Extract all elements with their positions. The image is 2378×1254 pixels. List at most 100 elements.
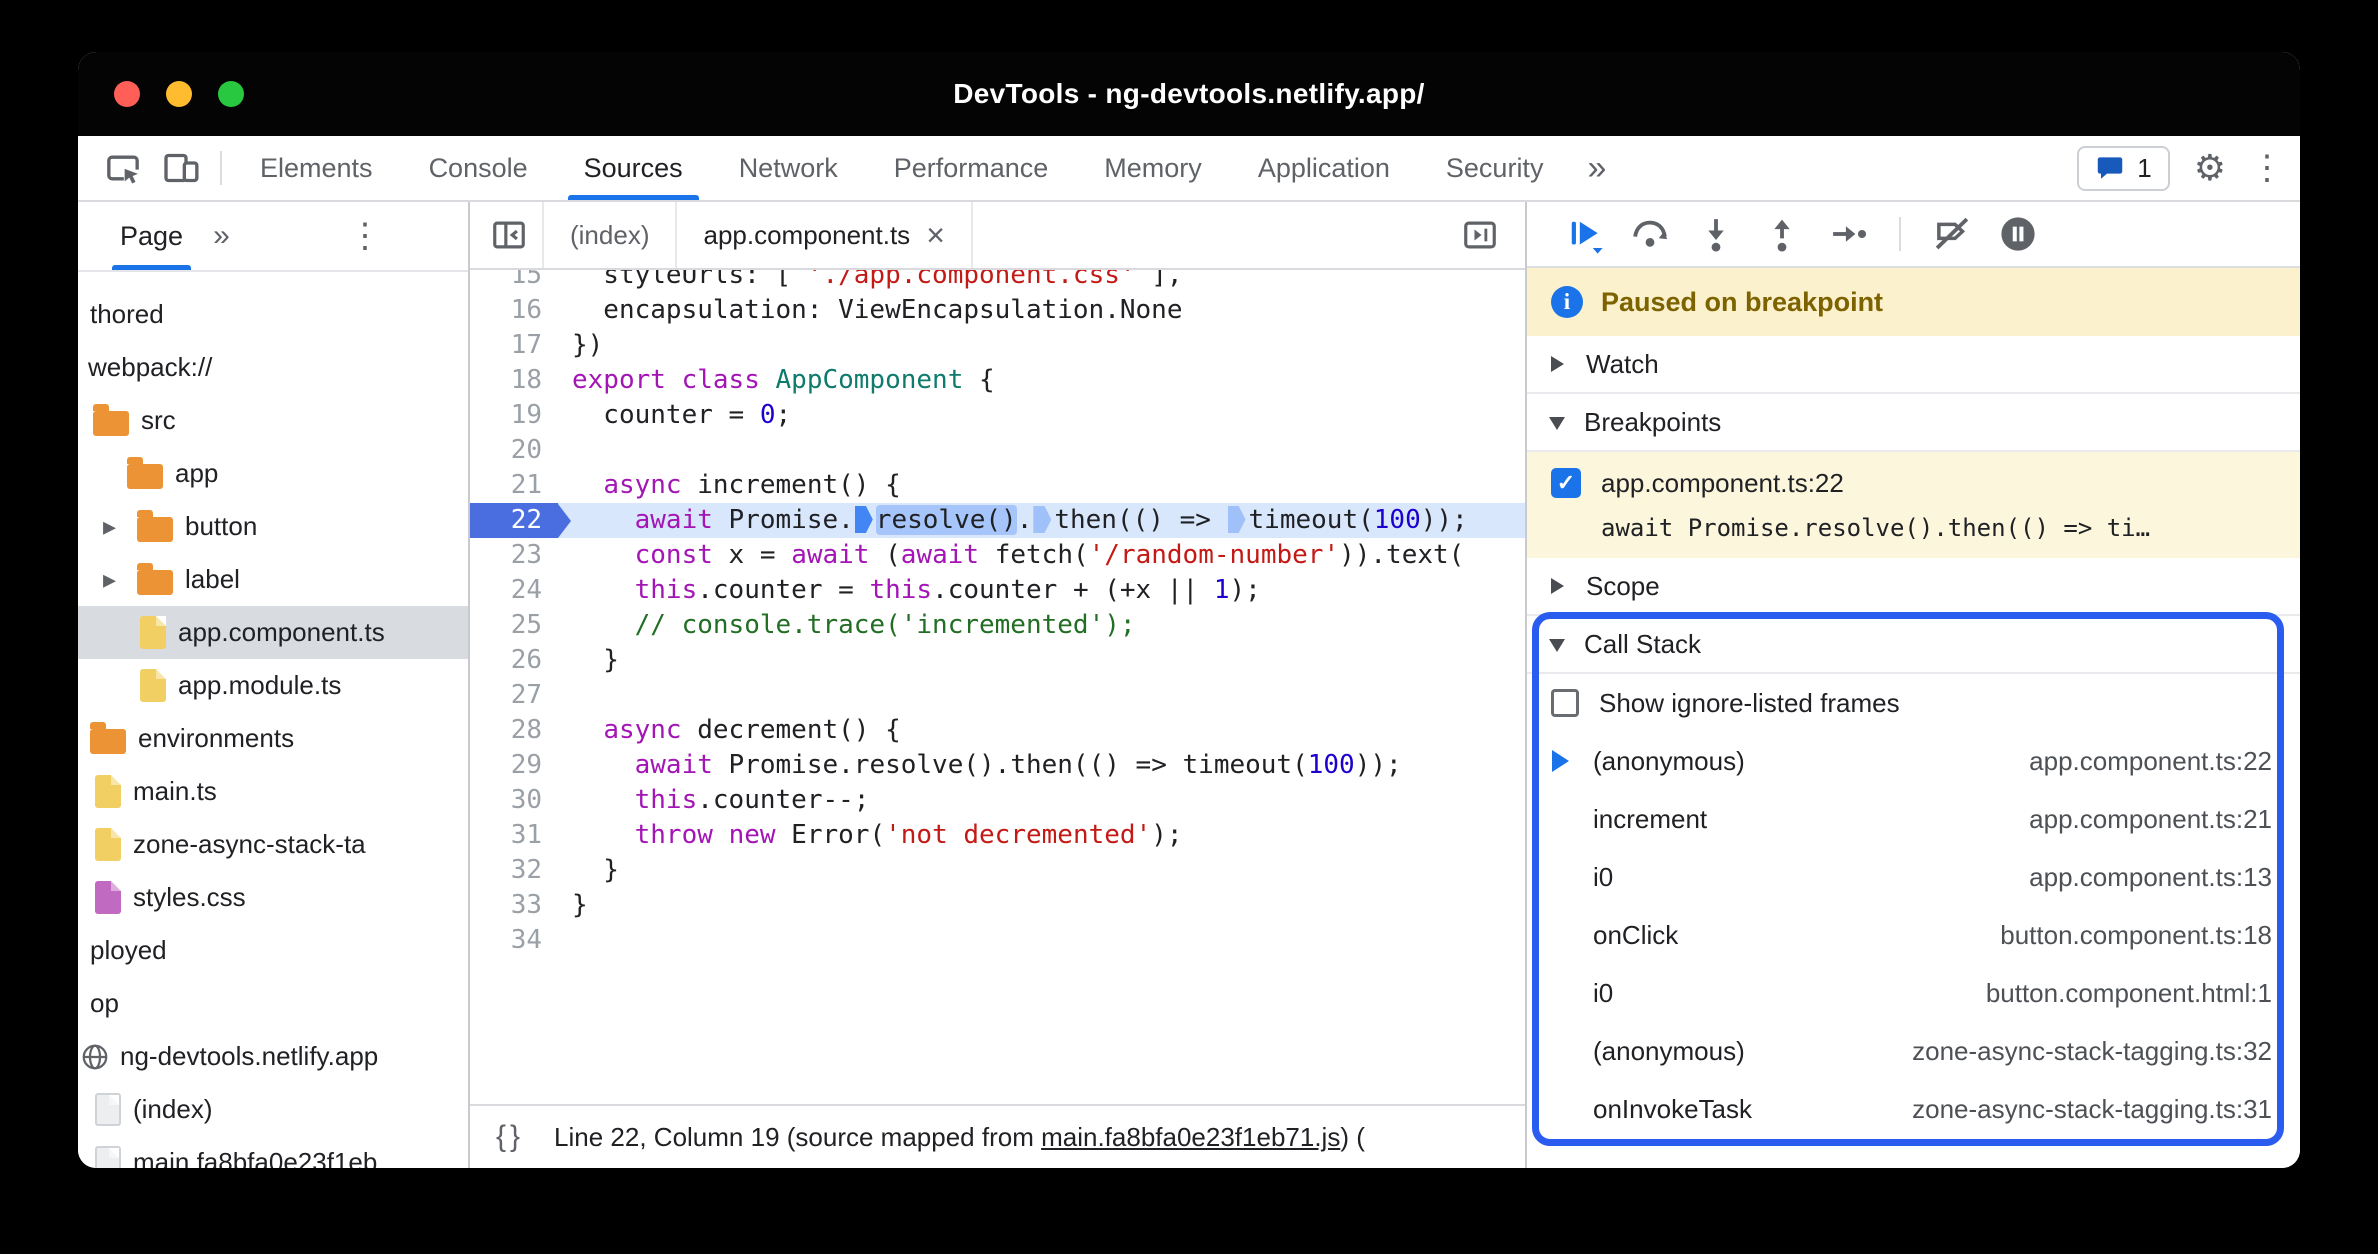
code-line-18[interactable]: 18 export class AppComponent {: [470, 363, 1525, 398]
more-panels-icon[interactable]: »: [1571, 149, 1622, 188]
more-navigator-tabs-icon[interactable]: »: [191, 219, 252, 253]
frame-source-location[interactable]: button.component.html:1: [1986, 978, 2272, 1009]
code-line-16[interactable]: 16 encapsulation: ViewEncapsulation.None: [470, 293, 1525, 328]
show-ignore-listed-toggle[interactable]: Show ignore-listed frames: [1527, 674, 2300, 732]
line-number[interactable]: 26: [470, 643, 558, 678]
device-toolbar-icon[interactable]: [152, 140, 210, 196]
tree-item-styles-css[interactable]: styles.css: [78, 871, 468, 924]
tab-sources[interactable]: Sources: [556, 136, 711, 200]
tree-item-src[interactable]: src: [78, 394, 468, 447]
tab-app-component-ts[interactable]: app.component.ts ×: [677, 202, 973, 268]
line-number[interactable]: 32: [470, 853, 558, 888]
call-stack-frame[interactable]: onClick button.component.ts:18: [1527, 906, 2300, 964]
inline-breakpoint-marker-icon[interactable]: [854, 506, 873, 533]
frame-source-location[interactable]: zone-async-stack-tagging.ts:32: [1912, 1036, 2272, 1067]
line-number[interactable]: 27: [470, 678, 558, 713]
line-number[interactable]: 34: [470, 923, 558, 958]
frame-source-location[interactable]: app.component.ts:13: [2029, 862, 2272, 893]
code-line-30[interactable]: 30 this.counter--;: [470, 783, 1525, 818]
settings-gear-icon[interactable]: ⚙: [2194, 147, 2226, 189]
tree-item--index-[interactable]: (index): [78, 1083, 468, 1136]
call-stack-frame[interactable]: onInvokeTask zone-async-stack-tagging.ts:…: [1527, 1080, 2300, 1138]
call-stack-frame[interactable]: (anonymous) app.component.ts:22: [1527, 732, 2300, 790]
pretty-print-icon[interactable]: {}: [496, 1120, 524, 1154]
resume-button[interactable]: [1557, 207, 1611, 261]
line-number[interactable]: 16: [470, 293, 558, 328]
issues-badge[interactable]: 1: [2077, 145, 2170, 191]
step-into-button[interactable]: [1689, 207, 1743, 261]
inline-breakpoint-marker-icon[interactable]: [1033, 506, 1052, 533]
pause-on-exceptions-button[interactable]: [1991, 207, 2045, 261]
line-number[interactable]: 21: [470, 468, 558, 503]
line-number[interactable]: 19: [470, 398, 558, 433]
section-watch[interactable]: Watch: [1527, 336, 2300, 394]
tab-elements[interactable]: Elements: [232, 136, 401, 200]
titlebar[interactable]: DevTools - ng-devtools.netlify.app/: [78, 52, 2300, 136]
ignore-listed-checkbox[interactable]: [1551, 689, 1579, 717]
tree-item-op[interactable]: op: [78, 977, 468, 1030]
inline-breakpoint-marker-icon[interactable]: [1227, 506, 1246, 533]
tree-item-thored[interactable]: thored: [78, 288, 468, 341]
tab-performance[interactable]: Performance: [866, 136, 1077, 200]
line-number[interactable]: 25: [470, 608, 558, 643]
call-stack-frame[interactable]: i0 button.component.html:1: [1527, 964, 2300, 1022]
code-line-21[interactable]: 21 async increment() {: [470, 468, 1525, 503]
frame-source-location[interactable]: button.component.ts:18: [2000, 920, 2272, 951]
open-source-location-icon[interactable]: [1451, 207, 1509, 263]
tree-item-main-fa8bfa0e23f1eb[interactable]: main.fa8bfa0e23f1eb: [78, 1136, 468, 1168]
tree-item-zone-async-stack-ta[interactable]: zone-async-stack-ta: [78, 818, 468, 871]
breakpoint-checkbox[interactable]: ✓: [1551, 468, 1581, 498]
navigator-toggle-icon[interactable]: [480, 207, 538, 263]
line-number[interactable]: 24: [470, 573, 558, 608]
close-window-button[interactable]: [114, 81, 140, 107]
tab-page[interactable]: Page: [112, 202, 192, 270]
tree-expand-chevron-icon[interactable]: ▸: [103, 511, 129, 542]
code-line-20[interactable]: 20: [470, 433, 1525, 468]
call-stack-frame[interactable]: i0 app.component.ts:13: [1527, 848, 2300, 906]
frame-source-location[interactable]: zone-async-stack-tagging.ts:31: [1912, 1094, 2272, 1125]
breakpoint-location[interactable]: app.component.ts:22: [1601, 468, 1844, 499]
navigator-kebab-icon[interactable]: ⋮: [348, 216, 382, 256]
tree-item-main-ts[interactable]: main.ts: [78, 765, 468, 818]
tab-console[interactable]: Console: [401, 136, 556, 200]
deactivate-breakpoints-button[interactable]: [1925, 207, 1979, 261]
tab-application[interactable]: Application: [1230, 136, 1418, 200]
breakpoint-entry[interactable]: ✓ app.component.ts:22 await Promise.reso…: [1527, 452, 2300, 558]
mapped-file-link[interactable]: main.fa8bfa0e23f1eb71.js: [1041, 1122, 1340, 1153]
line-number[interactable]: 33: [470, 888, 558, 923]
code-line-24[interactable]: 24 this.counter = this.counter + (+x || …: [470, 573, 1525, 608]
section-breakpoints[interactable]: Breakpoints: [1527, 394, 2300, 452]
line-number[interactable]: 23: [470, 538, 558, 573]
tree-item-environments[interactable]: environments: [78, 712, 468, 765]
zoom-window-button[interactable]: [218, 81, 244, 107]
code-line-15[interactable]: 15 styleUrls: [ './app.component.css' ],: [470, 270, 1525, 293]
main-menu-kebab-icon[interactable]: ⋮: [2250, 148, 2284, 188]
code-editor[interactable]: 15 styleUrls: [ './app.component.css' ],…: [470, 270, 1525, 1104]
close-tab-icon[interactable]: ×: [926, 219, 945, 251]
call-stack-frame[interactable]: increment app.component.ts:21: [1527, 790, 2300, 848]
minimize-window-button[interactable]: [166, 81, 192, 107]
tree-item-ployed[interactable]: ployed: [78, 924, 468, 977]
section-scope[interactable]: Scope: [1527, 558, 2300, 616]
code-line-25[interactable]: 25 // console.trace('incremented');: [470, 608, 1525, 643]
tab-memory[interactable]: Memory: [1076, 136, 1230, 200]
code-line-29[interactable]: 29 await Promise.resolve().then(() => ti…: [470, 748, 1525, 783]
line-number[interactable]: 17: [470, 328, 558, 363]
tree-item-button[interactable]: ▸ button: [78, 500, 468, 553]
code-line-23[interactable]: 23 const x = await (await fetch('/random…: [470, 538, 1525, 573]
step-over-button[interactable]: [1623, 207, 1677, 261]
tree-expand-chevron-icon[interactable]: ▸: [103, 564, 129, 595]
call-stack-frame[interactable]: (anonymous) zone-async-stack-tagging.ts:3…: [1527, 1022, 2300, 1080]
code-line-17[interactable]: 17}): [470, 328, 1525, 363]
line-number[interactable]: 29: [470, 748, 558, 783]
line-number[interactable]: 28: [470, 713, 558, 748]
section-call-stack[interactable]: Call Stack: [1527, 616, 2300, 674]
line-number[interactable]: 18: [470, 363, 558, 398]
line-number[interactable]: 22: [470, 503, 558, 538]
code-line-26[interactable]: 26 }: [470, 643, 1525, 678]
tree-item-webpack-[interactable]: webpack://: [78, 341, 468, 394]
frame-source-location[interactable]: app.component.ts:21: [2029, 804, 2272, 835]
step-out-button[interactable]: [1755, 207, 1809, 261]
line-number[interactable]: 15: [470, 270, 558, 293]
line-number[interactable]: 20: [470, 433, 558, 468]
